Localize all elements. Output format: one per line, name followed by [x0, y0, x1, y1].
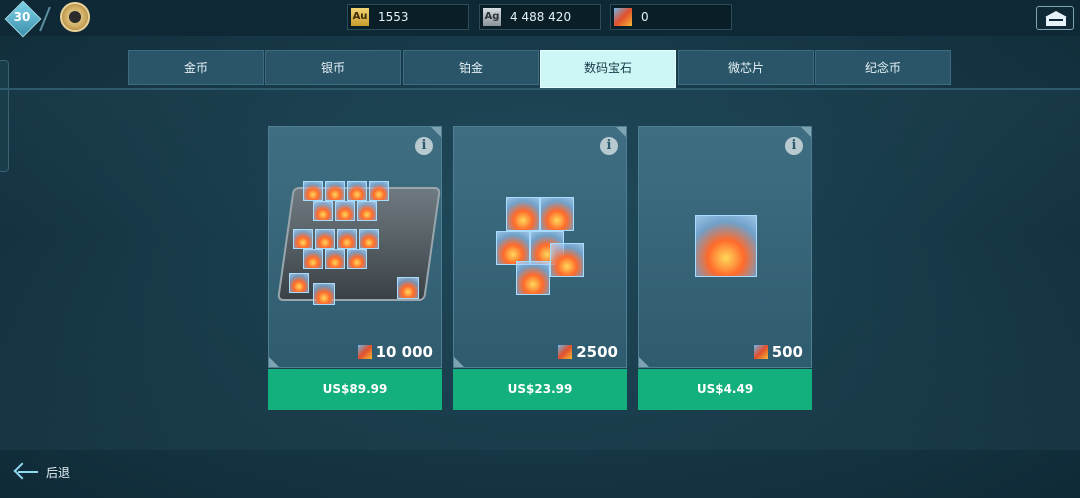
gem-amount: 500: [753, 343, 803, 361]
info-icon[interactable]: i: [785, 137, 803, 155]
gem-value: 0: [641, 10, 649, 24]
info-icon[interactable]: i: [415, 137, 433, 155]
gem-amount: 10 000: [357, 343, 433, 361]
buy-button[interactable]: US$23.99: [453, 369, 627, 410]
silver-currency[interactable]: Ag 4 488 420: [479, 4, 601, 30]
gem-crate-image: [276, 173, 442, 313]
gem-amount-value: 10 000: [375, 343, 433, 361]
digital-gem-icon: [558, 345, 573, 359]
tab-digital-gems[interactable]: 数码宝石: [540, 50, 676, 88]
back-arrow-icon: [13, 462, 38, 482]
tab-microchips[interactable]: 微芯片: [678, 50, 814, 85]
offer-panel: i 2500: [453, 126, 627, 368]
gem-cluster-image: [490, 191, 590, 301]
avatar-emblem-icon: [69, 11, 81, 23]
level-badge[interactable]: 30: [4, 0, 44, 38]
info-icon[interactable]: i: [600, 137, 618, 155]
tab-gold[interactable]: 金币: [128, 50, 264, 85]
offer-card-medium[interactable]: i 2500 US$23.99: [453, 126, 627, 410]
tab-underline: [0, 88, 1080, 90]
silver-value: 4 488 420: [510, 10, 572, 24]
offer-panel: i 10 000: [268, 126, 442, 368]
top-bar: 30 Au 1553 Ag 4 488 420 0: [0, 0, 1080, 38]
gold-value: 1553: [378, 10, 409, 24]
gem-amount-value: 2500: [576, 343, 618, 361]
silver-icon: Ag: [483, 8, 501, 26]
offer-card-small[interactable]: i 500 US$4.49: [638, 126, 812, 410]
tab-silver[interactable]: 银币: [265, 50, 401, 85]
offer-panel: i 500: [638, 126, 812, 368]
gold-currency[interactable]: Au 1553: [347, 4, 469, 30]
buy-button[interactable]: US$4.49: [638, 369, 812, 410]
buy-button[interactable]: US$89.99: [268, 369, 442, 410]
gem-single-image: [691, 211, 761, 281]
garage-button[interactable]: [1036, 6, 1074, 30]
gem-currency[interactable]: 0: [610, 4, 732, 30]
tab-platinum[interactable]: 铂金: [403, 50, 539, 85]
gem-amount-value: 500: [771, 343, 803, 361]
avatar[interactable]: [60, 2, 90, 32]
digital-gem-icon: [753, 345, 768, 359]
gem-amount: 2500: [558, 343, 618, 361]
side-drawer-handle[interactable]: [0, 60, 9, 172]
offer-card-large[interactable]: i 10 000 US$89.99: [268, 126, 442, 410]
level-value: 30: [13, 10, 31, 24]
back-label: 后退: [46, 466, 71, 480]
digital-gem-icon: [614, 8, 632, 26]
gold-icon: Au: [351, 8, 369, 26]
digital-gem-icon: [357, 345, 372, 359]
tab-commemorative-coins[interactable]: 纪念币: [815, 50, 951, 85]
